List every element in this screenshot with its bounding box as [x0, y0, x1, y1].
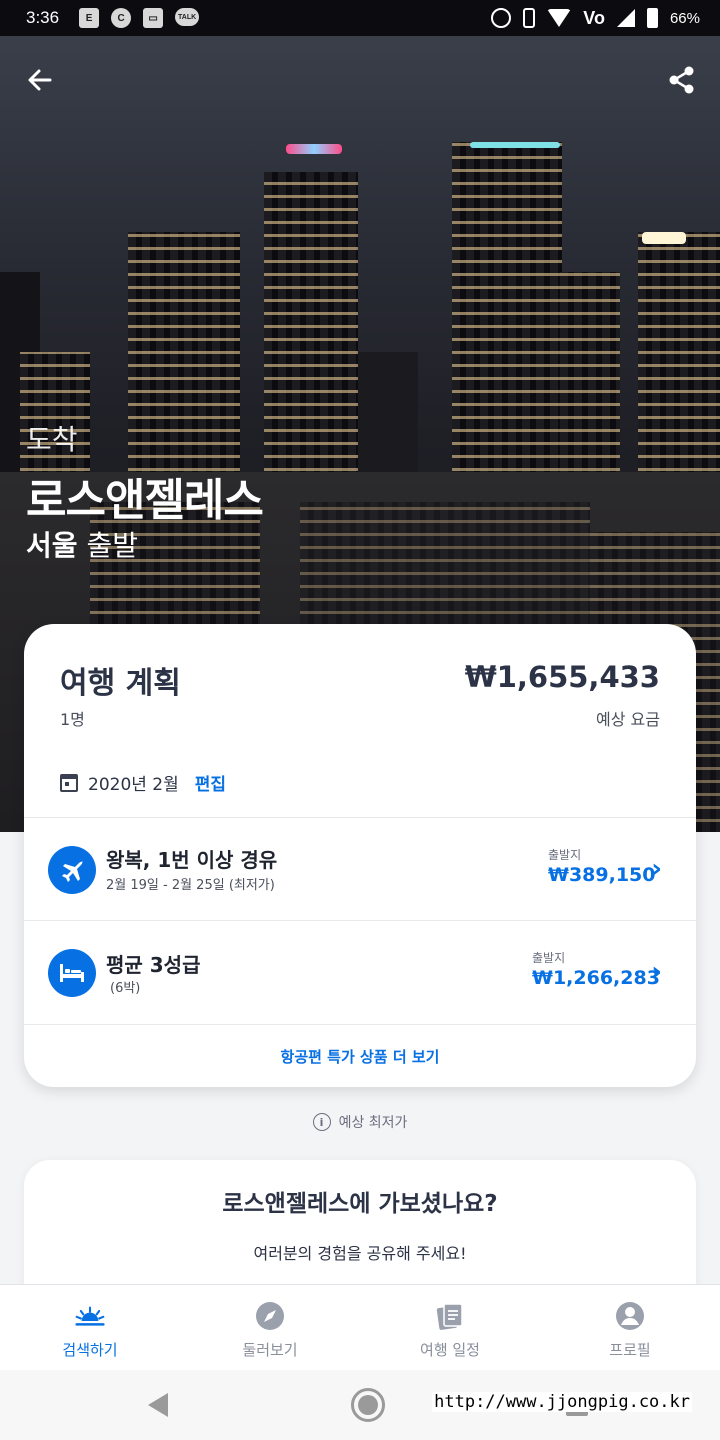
notification-c-icon: C: [111, 8, 132, 28]
review-title: 로스앤젤레스에 가보셨나요?: [222, 1191, 498, 1217]
flight-chevron-right-icon: ›: [651, 854, 662, 884]
review-prompt-card: 로스앤젤레스에 가보셨나요? 여러분의 경험을 공유해 주세요!: [24, 1160, 696, 1290]
nav-label-search: 검색하기: [62, 1341, 118, 1359]
nav-item-profile[interactable]: 프로필: [540, 1285, 720, 1370]
more-flight-deals-link[interactable]: 항공편 특가 상품 더 보기: [24, 1024, 696, 1087]
tower-crown-light: [642, 232, 686, 244]
hotel-row[interactable]: 평균 3성급 (6박) 출발지 ₩1,266,283 ›: [24, 920, 696, 1024]
system-nav-bar: http://www.jjongpig.co.kr: [0, 1370, 720, 1440]
notification-icons: E C ▭ TALK: [79, 8, 200, 28]
share-button[interactable]: [664, 62, 700, 98]
status-right: Vo 66%: [491, 8, 700, 29]
origin-line: 서울 출발: [26, 524, 138, 564]
flight-price: ₩389,150: [548, 864, 656, 886]
status-time: 3:36: [26, 8, 60, 27]
flight-row[interactable]: 왕복, 1번 이상 경유 2월 19일 - 2월 25일 (최저가) 출발지 ₩…: [24, 817, 696, 921]
bed-icon: [48, 948, 96, 997]
origin-city: 서울: [26, 529, 78, 562]
flight-dates: 2월 19일 - 2월 25일 (최저가): [106, 878, 275, 893]
battery-percent: 66%: [669, 9, 700, 27]
hotel-title: 평균 3성급: [106, 953, 201, 977]
review-subtitle: 여러분의 경험을 공유해 주세요!: [253, 1244, 467, 1263]
nav-label-trips: 여행 일정: [420, 1341, 480, 1359]
notification-card-icon: ▭: [143, 8, 164, 28]
battery-icon: [646, 8, 658, 28]
alarm-icon: [491, 8, 512, 28]
hotel-nights: (6박): [110, 981, 141, 996]
sunrise-icon: [75, 1301, 105, 1331]
share-icon: [669, 66, 694, 94]
system-back-icon[interactable]: [148, 1393, 168, 1417]
flight-price-label: 출발지: [548, 848, 582, 862]
estimate-note-text: 예상 최저가: [338, 1115, 408, 1131]
back-button[interactable]: [22, 62, 58, 98]
back-arrow-icon: [28, 69, 52, 91]
nav-label-profile: 프로필: [609, 1341, 651, 1359]
wifi-icon: [547, 9, 572, 27]
hotel-price: ₩1,266,283: [532, 967, 660, 989]
vibrate-icon: [523, 8, 536, 28]
arrival-label: 도착: [26, 423, 78, 456]
trips-icon: [435, 1301, 465, 1331]
profile-icon: [615, 1301, 645, 1331]
bottom-nav: 검색하기 둘러보기 여행 일정 프로필: [0, 1284, 720, 1370]
hotel-price-label: 출발지: [532, 951, 566, 965]
plan-date: 2020년 2월: [88, 775, 179, 795]
notification-talk-icon: TALK: [175, 8, 200, 26]
notification-e-icon: E: [79, 8, 100, 28]
nav-item-search[interactable]: 검색하기: [0, 1285, 180, 1370]
estimate-note: i 예상 최저가: [0, 1112, 720, 1132]
signal-icon: [616, 9, 635, 27]
date-row: 2020년 2월 편집: [60, 770, 226, 795]
tower-crown-light: [470, 142, 560, 148]
nav-label-explore: 둘러보기: [242, 1341, 298, 1359]
hotel-chevron-right-icon: ›: [651, 957, 662, 987]
airplane-icon: [48, 845, 96, 894]
volte-icon: Vo: [583, 7, 605, 28]
price-label: 예상 요금: [596, 710, 660, 729]
destination-city: 로스앤젤레스: [26, 475, 264, 526]
traveler-count: 1명: [60, 710, 85, 729]
nav-item-trips[interactable]: 여행 일정: [360, 1285, 540, 1370]
nav-item-explore[interactable]: 둘러보기: [180, 1285, 360, 1370]
calendar-icon: [60, 773, 78, 792]
flight-title: 왕복, 1번 이상 경유: [106, 848, 278, 872]
trip-plan-card: 여행 계획 ₩1,655,433 1명 예상 요금 2020년 2월 편집 왕복…: [24, 624, 696, 1087]
tower-crown-light: [286, 144, 342, 154]
system-home-icon[interactable]: [351, 1388, 385, 1422]
origin-suffix: 출발: [86, 529, 138, 562]
compass-icon: [255, 1301, 285, 1331]
watermark-text: http://www.jjongpig.co.kr: [432, 1392, 692, 1412]
edit-date-button[interactable]: 편집: [195, 770, 226, 795]
plan-title: 여행 계획: [60, 666, 181, 701]
plan-total-price: ₩1,655,433: [464, 660, 660, 694]
status-bar: 3:36 E C ▭ TALK Vo 66%: [0, 0, 720, 36]
info-icon[interactable]: i: [312, 1113, 331, 1131]
